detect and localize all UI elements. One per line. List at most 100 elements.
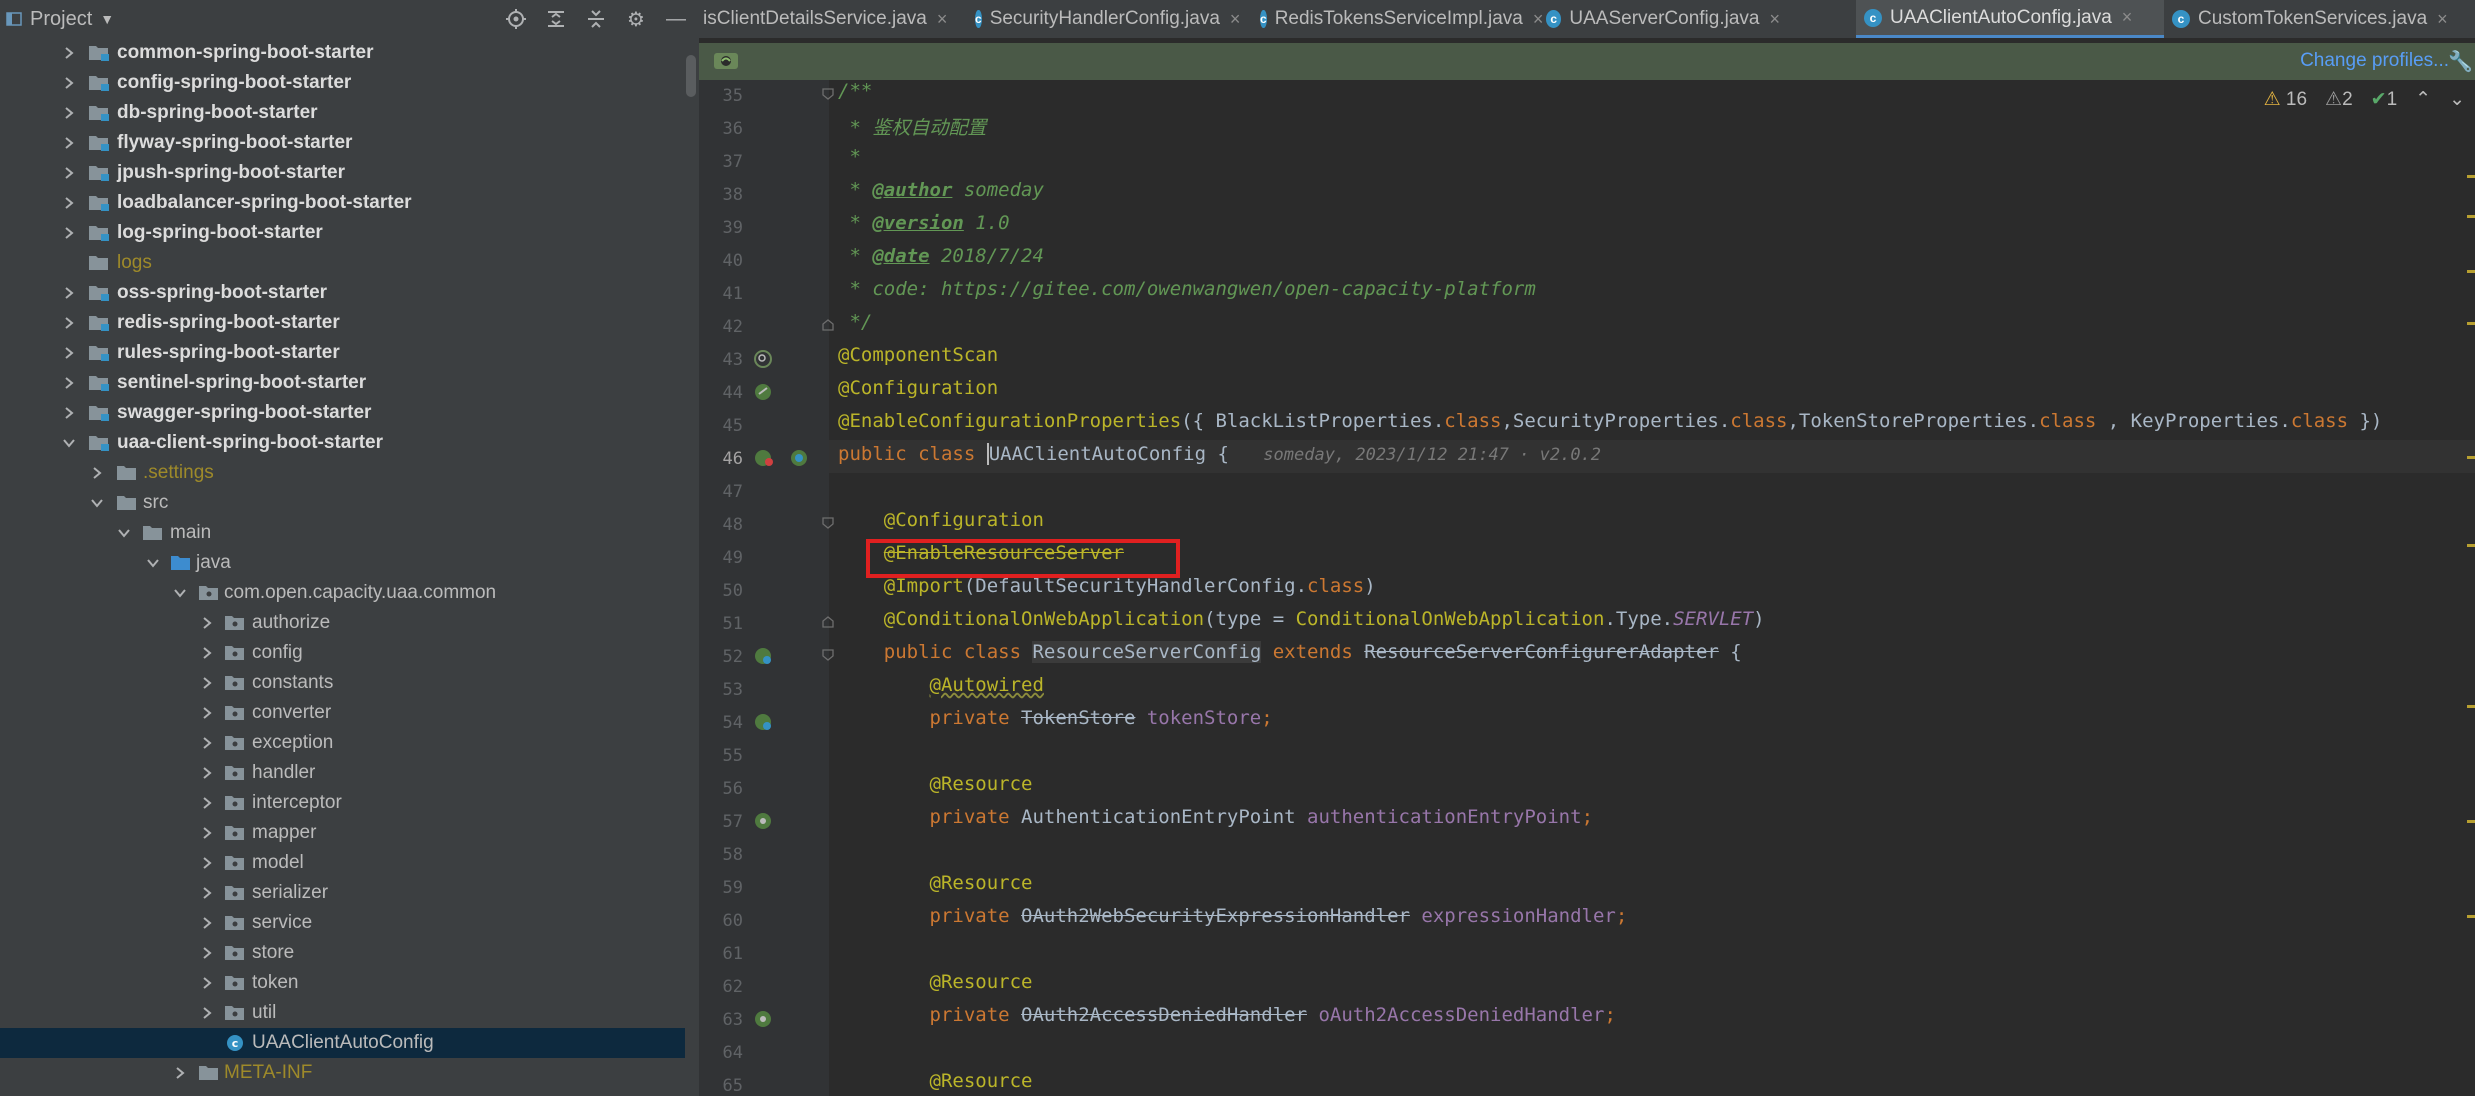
chevron-right-icon[interactable]: [200, 616, 214, 630]
inspection-widget[interactable]: ⚠ 16 ⚠2 ✔1 ⌃ ⌄: [2264, 88, 2465, 111]
tab-custom-token-services[interactable]: c CustomTokenServices.java ×: [2172, 0, 2475, 38]
warning-marker[interactable]: [2467, 456, 2475, 459]
close-icon[interactable]: ×: [1769, 9, 1780, 30]
spring-bean-icon[interactable]: [752, 381, 774, 408]
chevron-right-icon[interactable]: [62, 106, 76, 120]
tree-item[interactable]: common-spring-boot-starter: [0, 38, 685, 68]
tree-item[interactable]: store: [0, 938, 685, 968]
tree-item[interactable]: java: [0, 548, 685, 578]
chevron-right-icon[interactable]: [200, 946, 214, 960]
tree-item[interactable]: jpush-spring-boot-starter: [0, 158, 685, 188]
tree-item[interactable]: serializer: [0, 878, 685, 908]
tree-item[interactable]: authorize: [0, 608, 685, 638]
chevron-right-icon[interactable]: [200, 916, 214, 930]
chevron-right-icon[interactable]: [200, 766, 214, 780]
chevron-down-icon[interactable]: [62, 436, 76, 450]
spring-bean-icon[interactable]: [752, 645, 774, 672]
tree-item[interactable]: token: [0, 968, 685, 998]
close-icon[interactable]: ×: [937, 9, 948, 30]
chevron-right-icon[interactable]: [200, 886, 214, 900]
chevron-down-icon[interactable]: [146, 556, 160, 570]
tree-item[interactable]: main: [0, 518, 685, 548]
tree-item[interactable]: interceptor: [0, 788, 685, 818]
tree-item[interactable]: log-spring-boot-starter: [0, 218, 685, 248]
tree-item[interactable]: .settings: [0, 458, 685, 488]
autowired-icon[interactable]: [752, 1008, 774, 1035]
tree-item[interactable]: model: [0, 848, 685, 878]
tree-item[interactable]: service: [0, 908, 685, 938]
chevron-right-icon[interactable]: [90, 466, 104, 480]
chevron-right-icon[interactable]: [62, 46, 76, 60]
tree-item[interactable]: loadbalancer-spring-boot-starter: [0, 188, 685, 218]
chevron-right-icon[interactable]: [200, 856, 214, 870]
autowired-icon[interactable]: [752, 810, 774, 837]
tree-item[interactable]: c UAAClientAutoConfig: [0, 1028, 685, 1058]
tree-item[interactable]: constants: [0, 668, 685, 698]
autowired-icon[interactable]: [752, 711, 774, 738]
chevron-right-icon[interactable]: [200, 736, 214, 750]
tree-item[interactable]: META-INF: [0, 1058, 685, 1088]
project-panel-title[interactable]: Project: [30, 8, 92, 31]
fold-icon[interactable]: [822, 319, 834, 331]
tree-item[interactable]: flyway-spring-boot-starter: [0, 128, 685, 158]
tree-item[interactable]: uaa-client-spring-boot-starter: [0, 428, 685, 458]
spring-profile-icon[interactable]: [713, 50, 739, 77]
fold-icon[interactable]: [822, 616, 834, 628]
chevron-right-icon[interactable]: [62, 196, 76, 210]
tab-uaa-client-auto-config[interactable]: c UAAClientAutoConfig.java ×: [1856, 0, 2164, 38]
fold-icon[interactable]: [822, 649, 834, 661]
chevron-right-icon[interactable]: [62, 406, 76, 420]
fold-icon[interactable]: [822, 517, 834, 529]
tree-item[interactable]: src: [0, 488, 685, 518]
tree-item[interactable]: redis-spring-boot-starter: [0, 308, 685, 338]
chevron-right-icon[interactable]: [200, 706, 214, 720]
close-icon[interactable]: ×: [1533, 9, 1544, 30]
tree-item[interactable]: sentinel-spring-boot-starter: [0, 368, 685, 398]
chevron-down-icon[interactable]: [173, 586, 187, 600]
tree-item[interactable]: handler: [0, 758, 685, 788]
git-blame-hint[interactable]: someday, 2023/1/12 21:47 · v2.0.2: [1263, 445, 1601, 465]
chevron-right-icon[interactable]: [200, 1006, 214, 1020]
weak-warning-count[interactable]: ⚠2: [2325, 88, 2353, 111]
fold-icon[interactable]: [822, 88, 834, 100]
navigate-icon[interactable]: [788, 447, 810, 474]
warning-marker[interactable]: [2467, 544, 2475, 547]
tab-client-details-service[interactable]: isClientDetailsService.java ×: [699, 0, 947, 38]
chevron-down-icon[interactable]: ⌄: [2449, 88, 2465, 111]
chevron-right-icon[interactable]: [173, 1066, 187, 1080]
tree-item[interactable]: logs: [0, 248, 685, 278]
tree-item[interactable]: util: [0, 998, 685, 1028]
tree-item[interactable]: rules-spring-boot-starter: [0, 338, 685, 368]
chevron-right-icon[interactable]: [62, 76, 76, 90]
expand-all-icon[interactable]: [543, 6, 569, 32]
chevron-right-icon[interactable]: [200, 796, 214, 810]
chevron-down-icon[interactable]: ▼: [100, 11, 114, 27]
hide-panel-icon[interactable]: —: [663, 6, 689, 32]
warning-marker[interactable]: [2467, 175, 2475, 178]
locate-icon[interactable]: [503, 6, 529, 32]
chevron-right-icon[interactable]: [62, 376, 76, 390]
close-icon[interactable]: ×: [2122, 7, 2133, 28]
tree-item[interactable]: oss-spring-boot-starter: [0, 278, 685, 308]
change-profiles-link[interactable]: Change profiles...: [2300, 50, 2449, 72]
warning-marker[interactable]: [2467, 270, 2475, 273]
tree-scrollbar[interactable]: [686, 55, 696, 97]
typo-count[interactable]: ✔1: [2371, 88, 2398, 111]
chevron-right-icon[interactable]: [200, 976, 214, 990]
chevron-up-icon[interactable]: ⌃: [2415, 88, 2431, 111]
chevron-down-icon[interactable]: [117, 526, 131, 540]
chevron-down-icon[interactable]: [90, 496, 104, 510]
tree-item[interactable]: config: [0, 638, 685, 668]
tree-item[interactable]: mapper: [0, 818, 685, 848]
chevron-right-icon[interactable]: [200, 826, 214, 840]
gear-icon[interactable]: ⚙: [623, 6, 649, 32]
spring-bean-icon[interactable]: [752, 447, 774, 474]
spring-bean-icon[interactable]: [752, 348, 774, 375]
collapse-all-icon[interactable]: [583, 6, 609, 32]
tab-security-handler-config[interactable]: c SecurityHandlerConfig.java ×: [975, 0, 1240, 38]
chevron-right-icon[interactable]: [200, 676, 214, 690]
tree-item[interactable]: swagger-spring-boot-starter: [0, 398, 685, 428]
tree-item[interactable]: converter: [0, 698, 685, 728]
warning-marker[interactable]: [2467, 215, 2475, 218]
tree-item[interactable]: config-spring-boot-starter: [0, 68, 685, 98]
